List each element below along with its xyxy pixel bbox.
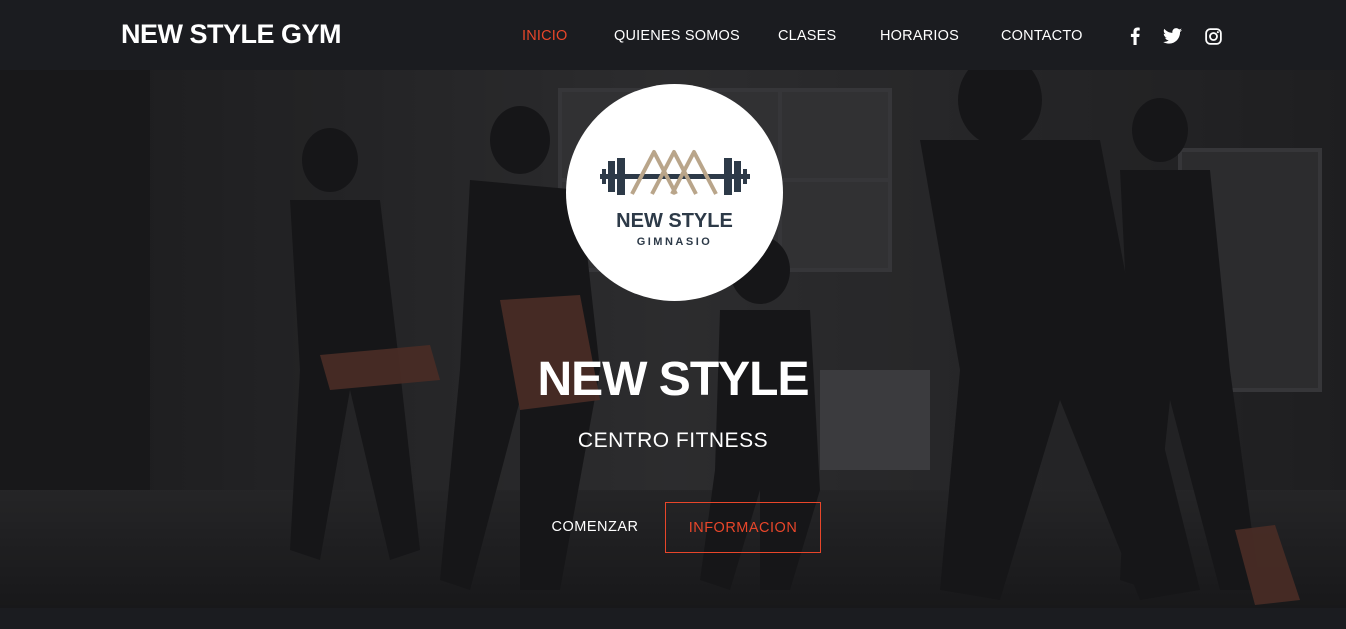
nav-item-quienes-somos[interactable]: QUIENES SOMOS xyxy=(614,27,740,45)
logo-text-sub: GIMNASIO xyxy=(637,236,713,248)
hero-title: NEW STYLE xyxy=(537,353,809,406)
gym-logo-badge: NEW STYLE GIMNASIO xyxy=(566,84,783,301)
info-button[interactable]: INFORMACION xyxy=(665,502,821,553)
instagram-icon[interactable] xyxy=(1203,26,1223,46)
nav-item-clases[interactable]: CLASES xyxy=(778,27,836,45)
top-navbar: NEW STYLE GYM INICIO QUIENES SOMOS CLASE… xyxy=(0,0,1346,70)
logo-text-main: NEW STYLE xyxy=(616,210,733,232)
brand-logo-text[interactable]: NEW STYLE GYM xyxy=(121,17,342,51)
start-button[interactable]: COMENZAR xyxy=(536,502,654,552)
nav-item-horarios[interactable]: HORARIOS xyxy=(880,27,959,45)
page-bottom-strip xyxy=(0,608,1346,629)
twitter-icon[interactable] xyxy=(1162,26,1182,46)
nav-item-contacto[interactable]: CONTACTO xyxy=(1001,27,1083,45)
nav-item-inicio[interactable]: INICIO xyxy=(522,27,568,45)
hero-section: NEW STYLE GIMNASIO NEW STYLE CENTRO FITN… xyxy=(0,70,1346,608)
barbell-icon xyxy=(600,150,750,195)
facebook-icon[interactable] xyxy=(1125,26,1145,46)
hero-subtitle: CENTRO FITNESS xyxy=(577,429,769,452)
